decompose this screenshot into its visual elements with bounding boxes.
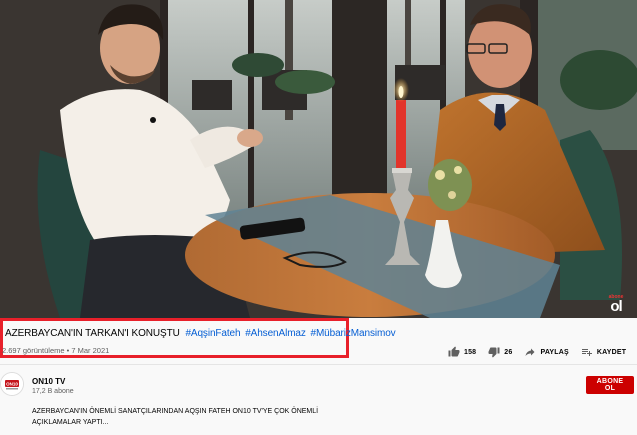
video-title-text: AZERBAYCAN'IN TARKAN'I KONUŞTU: [5, 328, 180, 339]
video-player[interactable]: abone ol: [0, 0, 637, 318]
thumbs-down-icon: [488, 347, 500, 358]
hashtag-link[interactable]: #MübarizMansimov: [310, 328, 395, 339]
dislike-button[interactable]: 26: [488, 346, 512, 358]
like-count: 158: [464, 348, 477, 356]
like-button[interactable]: 158: [448, 346, 476, 358]
watermark-big-text: ol: [610, 298, 622, 315]
channel-name[interactable]: ON10 TV: [32, 377, 65, 386]
channel-avatar-text: ON10: [6, 382, 18, 387]
save-button[interactable]: KAYDET: [581, 346, 626, 358]
meta-separator: •: [66, 346, 70, 355]
share-label: PAYLAŞ: [540, 348, 569, 356]
video-description: AZERBAYCAN'IN ÖNEMLİ SANATÇILARINDAN AQŞ…: [32, 408, 319, 426]
video-title: AZERBAYCAN'IN TARKAN'I KONUŞTU #AqşinFat…: [5, 328, 396, 339]
video-meta: 2.697 görüntüleme • 7 Mar 2021: [2, 346, 109, 355]
video-actions: 158 26 PAYLAŞ KAYDET: [448, 343, 637, 361]
hashtag-link[interactable]: #AhsenAlmaz: [245, 328, 306, 339]
video-frame: [0, 0, 637, 318]
video-title-highlight: AZERBAYCAN'IN TARKAN'I KONUŞTU #AqşinFat…: [0, 318, 396, 358]
view-count: 2.697 görüntüleme: [2, 346, 65, 355]
channel-logo-icon: ON10: [1, 373, 23, 395]
upload-date: 7 Mar 2021: [71, 346, 110, 355]
subscriber-count: 17,2 B abone: [32, 388, 74, 395]
playlist-add-icon: [581, 349, 592, 356]
thumbs-up-icon: [448, 346, 460, 357]
subscribe-button[interactable]: ABONE OL: [586, 376, 634, 394]
save-label: KAYDET: [596, 348, 627, 356]
section-divider: [0, 364, 637, 365]
channel-watermark: abone ol: [603, 294, 629, 315]
hashtags: #AqşinFateh #AhsenAlmaz #MübarizMansimov: [182, 328, 395, 339]
dislike-count: 26: [504, 348, 513, 356]
share-button[interactable]: PAYLAŞ: [524, 346, 569, 358]
hashtag-link[interactable]: #AqşinFateh: [185, 328, 240, 339]
share-icon: [525, 348, 535, 356]
channel-avatar[interactable]: ON10: [0, 372, 24, 396]
